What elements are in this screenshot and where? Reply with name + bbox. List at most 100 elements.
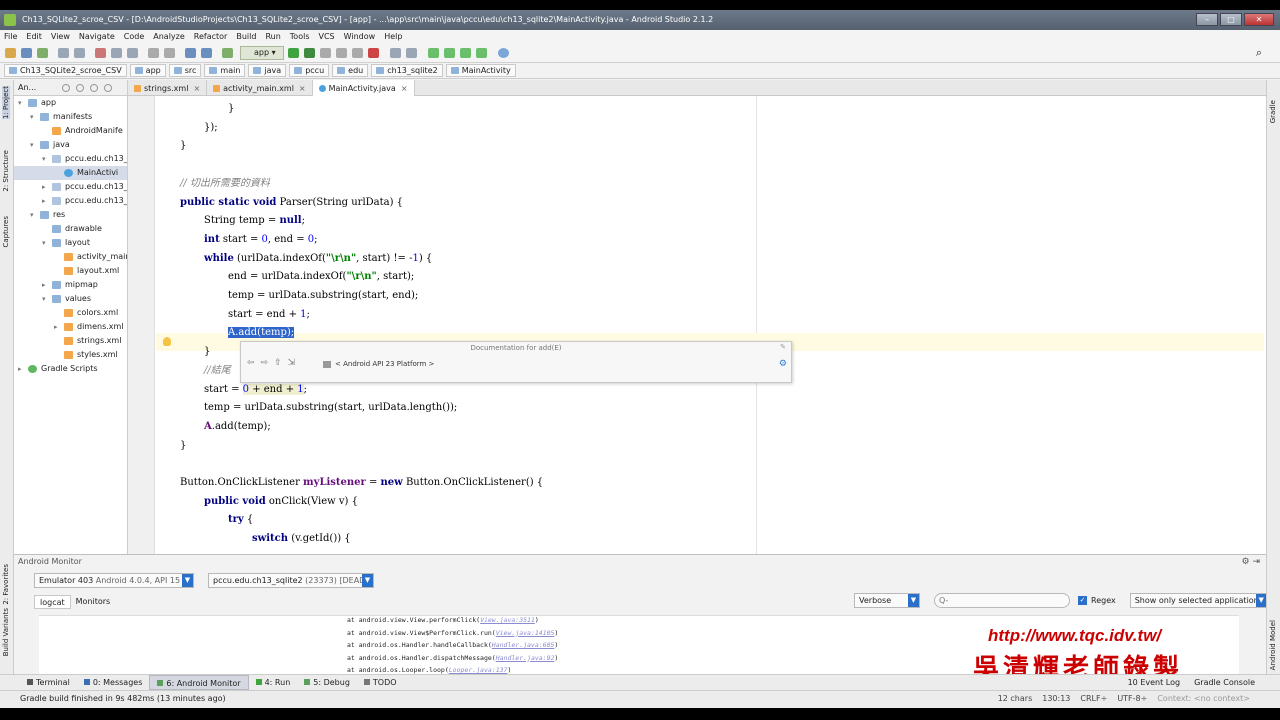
tree-item[interactable]: ▾ layout [14,236,127,250]
coverage-icon[interactable] [336,48,347,58]
breadcrumb-item[interactable]: edu [332,64,369,77]
open-folder-icon[interactable] [5,48,16,58]
collapse-arrow-icon[interactable]: ▾ [30,110,34,124]
filter-select[interactable]: Show only selected application ▼ [1129,593,1266,608]
run-icon[interactable] [288,48,299,58]
close-tab-icon[interactable]: × [193,84,200,93]
search-everywhere-icon[interactable]: ⌕ [1256,46,1262,60]
hide-icon[interactable] [104,84,112,92]
line-separator[interactable]: CRLF÷ [1080,691,1107,707]
code-line[interactable]: // 切出所需要的資料 [180,175,270,193]
doc-back-icon[interactable]: ⇦ [247,358,255,368]
logcat-search-input[interactable]: Q- [934,593,1070,608]
expand-arrow-icon[interactable]: ▸ [42,278,46,292]
menu-refactor[interactable]: Refactor [194,30,228,43]
code-line[interactable]: A.add(temp); [228,324,295,342]
tree-item[interactable]: ▸ mipmap [14,278,127,292]
project-view-select[interactable]: An... [18,83,36,92]
breadcrumb-item[interactable]: Ch13_SQLite2_scroe_CSV [4,64,127,77]
find-icon[interactable] [148,48,159,58]
copy-icon[interactable] [111,48,122,58]
log-source-link[interactable]: Looper.java:137 [449,666,508,674]
collapse-arrow-icon[interactable]: ▾ [30,208,34,222]
redo-icon[interactable] [74,48,85,58]
avd-manager-icon[interactable] [428,48,439,58]
tree-item[interactable]: ▾ manifests [14,110,127,124]
tree-item[interactable]: strings.xml [14,334,127,348]
code-line[interactable]: switch (v.getId()) { [252,530,351,548]
breadcrumb-item[interactable]: java [248,64,287,77]
log-line[interactable]: at android.os.Looper.loop(Looper.java:13… [347,666,511,674]
breadcrumb-item[interactable]: src [168,64,202,77]
breadcrumb-item[interactable]: main [204,64,246,77]
tree-item[interactable]: ▾ res [14,208,127,222]
undo-icon[interactable] [58,48,69,58]
doc-edit-source-icon[interactable]: ⇲ [288,358,296,368]
code-line[interactable]: start = 0 + end + 1; [204,381,307,399]
menu-navigate[interactable]: Navigate [79,30,115,43]
tree-item[interactable]: ▾ values [14,292,127,306]
collapse-arrow-icon[interactable]: ▾ [30,138,34,152]
sdk-manager-icon[interactable] [444,48,455,58]
debug-icon[interactable] [304,48,315,58]
code-line[interactable]: end = urlData.indexOf("\r\n", start); [228,268,414,286]
tree-item[interactable]: AndroidManife [14,124,127,138]
log-line[interactable]: at android.view.View.performClick(View.j… [347,616,539,624]
code-line[interactable]: temp = urlData.substring(start, end); [228,287,418,305]
regex-checkbox[interactable]: ✓ [1078,596,1087,605]
tool-window-gradle[interactable]: Gradle [1269,100,1277,123]
menu-analyze[interactable]: Analyze [153,30,185,43]
expand-arrow-icon[interactable]: ▸ [54,320,58,334]
menu-build[interactable]: Build [236,30,256,43]
replace-icon[interactable] [164,48,175,58]
tool-window-project[interactable]: 1: Project [2,86,10,119]
expand-arrow-icon[interactable]: ▸ [42,194,46,208]
android-device-monitor-icon[interactable] [460,48,471,58]
tree-item[interactable]: layout.xml [14,264,127,278]
menu-view[interactable]: View [51,30,70,43]
log-line[interactable]: at android.os.Handler.dispatchMessage(Ha… [347,654,558,662]
code-line[interactable]: String temp = null; [204,212,305,230]
code-line[interactable]: start = end + 1; [228,306,310,324]
process-select[interactable]: pccu.edu.ch13_sqlite2 (23373) [DEAD] ▼ [208,572,374,588]
tree-item[interactable]: ▸ dimens.xml [14,320,127,334]
menu-code[interactable]: Code [124,30,144,43]
code-line[interactable]: }); [204,119,218,137]
tree-item[interactable]: MainActivi [14,166,127,180]
doc-settings-icon[interactable]: ⚙ [779,359,787,369]
code-line[interactable]: temp = urlData.substring(start, urlData.… [204,399,457,417]
bottom-tab-todo[interactable]: TODO [357,675,404,690]
breadcrumb-item[interactable]: MainActivity [445,64,516,77]
menu-window[interactable]: Window [344,30,376,43]
tab-logcat[interactable]: logcat [34,595,71,609]
doc-up-icon[interactable]: ⇧ [274,358,282,368]
help-icon[interactable] [498,48,509,58]
menu-tools[interactable]: Tools [290,30,310,43]
apply-changes-icon[interactable] [352,48,363,58]
menu-vcs[interactable]: VCS [319,30,335,43]
code-line[interactable]: //結尾 [204,362,231,380]
sync-icon[interactable] [37,48,48,58]
menu-edit[interactable]: Edit [26,30,42,43]
project-structure-icon[interactable] [390,48,401,58]
save-icon[interactable] [21,48,32,58]
collapse-arrow-icon[interactable]: ▾ [42,236,46,250]
settings-icon[interactable] [90,84,98,92]
code-line[interactable]: public void onClick(View v) { [204,493,358,511]
breadcrumb-item[interactable]: ch13_sqlite2 [371,64,443,77]
bottom-tab-right[interactable]: Gradle Console [1187,675,1262,690]
make-project-icon[interactable] [222,48,233,58]
log-line[interactable]: at android.view.View$PerformClick.run(Vi… [347,629,558,637]
minimize-button[interactable]: – [1196,13,1218,26]
intention-bulb-icon[interactable] [163,337,171,346]
tool-window-android-model[interactable]: Android Model [1269,620,1277,670]
menu-file[interactable]: File [4,30,17,43]
menu-run[interactable]: Run [265,30,280,43]
menu-help[interactable]: Help [384,30,402,43]
code-line[interactable]: A.add(temp); [204,418,271,436]
pin-icon[interactable]: ✎ [780,343,786,351]
maximize-button[interactable]: □ [1220,13,1242,26]
log-source-link[interactable]: View.java:3511 [480,616,535,624]
bottom-tab-right[interactable]: 10 Event Log [1121,675,1187,690]
breadcrumb-item[interactable]: pccu [289,64,330,77]
